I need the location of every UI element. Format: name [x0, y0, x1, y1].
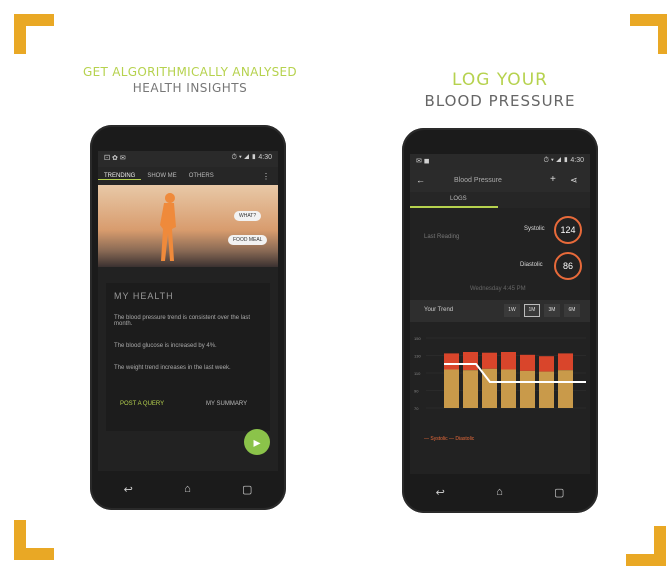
hero-image: WHAT? FOOD MEAL [98, 185, 278, 267]
post-query-button[interactable]: POST A QUERY [120, 401, 164, 407]
left-nav-bar: ↩ ⌂ ▢ [98, 477, 278, 501]
add-icon[interactable]: + [550, 174, 556, 185]
y-tick-label: 150 [414, 336, 421, 341]
y-tick-label: 110 [414, 371, 421, 376]
right-heading-line1: LOG YOUR [452, 70, 548, 90]
period-1m[interactable]: 1M [524, 304, 540, 317]
right-phone: ✉ ◼ ⏱ ▾ ◢ ▮ 4:30 ← Blood Pressure + ⋖ LO… [402, 128, 598, 513]
diastolic-bar [501, 369, 516, 408]
status-icons-right: ⏱ ▾ ◢ ▮ 4:30 [543, 157, 584, 164]
trend-row: Your Trend 1W 1M 3M 6M [410, 300, 590, 322]
systolic-value: 124 [554, 216, 582, 244]
my-health-card: MY HEALTH The blood pressure trend is co… [106, 283, 270, 431]
systolic-bar [501, 352, 516, 370]
systolic-bar [463, 352, 478, 371]
tab-others[interactable]: OTHERS [183, 173, 220, 179]
trend-label: Your Trend [424, 307, 454, 313]
card-line-3: The weight trend increases in the last w… [114, 365, 231, 371]
reading-time: Last Reading [424, 234, 460, 240]
card-line-1: The blood pressure trend is consistent o… [114, 315, 251, 327]
reading-note: Wednesday 4:45 PM [470, 286, 526, 292]
recents-icon[interactable]: ▢ [242, 483, 252, 496]
right-nav-bar: ↩ ⌂ ▢ [410, 480, 590, 504]
my-summary-button[interactable]: MY SUMMARY [206, 401, 247, 407]
right-screen: ✉ ◼ ⏱ ▾ ◢ ▮ 4:30 ← Blood Pressure + ⋖ LO… [410, 154, 590, 474]
top-right-corner-bracket [630, 14, 667, 54]
home-icon[interactable]: ⌂ [496, 486, 503, 498]
back-arrow-icon[interactable]: ← [416, 175, 425, 185]
logs-tab-bar: LOGS [410, 192, 590, 208]
left-screen: ⚀ ✿ ✉ ⏱ ▾ ◢ ▮ 4:30 TRENDING SHOW ME OTHE… [98, 151, 278, 471]
systolic-bar [444, 353, 459, 370]
bottom-right-corner-bracket [626, 526, 666, 566]
left-heading-line1: GET ALGORITHMICALLY ANALYSED [83, 65, 297, 79]
diastolic-bar [539, 371, 554, 408]
left-heading-line2: HEALTH INSIGHTS [132, 81, 248, 95]
status-icons-left: ✉ ◼ [416, 158, 430, 165]
systolic-bar [482, 352, 497, 369]
food-meal-pill[interactable]: FOOD MEAL [228, 235, 268, 245]
period-3m[interactable]: 3M [544, 304, 560, 317]
right-heading-line2: BLOOD PRESSURE [424, 92, 576, 110]
systolic-bar [539, 356, 554, 372]
home-icon[interactable]: ⌂ [184, 483, 191, 495]
diastolic-label: Diastolic [520, 262, 543, 268]
runner-silhouette-icon [160, 193, 176, 261]
chart-legend: — Systolic — Diastolic [424, 436, 475, 442]
toolbar: ← Blood Pressure + ⋖ [410, 170, 590, 192]
diastolic-bar [520, 370, 535, 408]
status-bar: ⚀ ✿ ✉ ⏱ ▾ ◢ ▮ 4:30 [98, 151, 278, 167]
tab-trending[interactable]: TRENDING [98, 173, 142, 180]
bottom-left-corner-bracket [14, 520, 54, 560]
tab-logs[interactable]: LOGS [450, 196, 467, 202]
left-phone: ⚀ ✿ ✉ ⏱ ▾ ◢ ▮ 4:30 TRENDING SHOW ME OTHE… [90, 125, 286, 510]
status-icons-right: ⏱ ▾ ◢ ▮ 4:30 [231, 154, 272, 161]
toolbar-title: Blood Pressure [454, 177, 502, 184]
diastolic-value: 86 [554, 252, 582, 280]
card-line-2: The blood glucose is increased by 4%. [114, 343, 217, 349]
y-tick-label: 70 [414, 406, 419, 411]
systolic-bar [558, 353, 573, 371]
top-left-corner-bracket [14, 14, 54, 54]
tab-show-me[interactable]: SHOW ME [141, 173, 182, 179]
kebab-menu-icon[interactable]: ⋮ [262, 172, 270, 181]
systolic-label: Systolic [524, 226, 545, 232]
period-6m[interactable]: 6M [564, 304, 580, 317]
card-title: MY HEALTH [114, 291, 174, 301]
tab-indicator [410, 206, 498, 208]
diastolic-bar [463, 370, 478, 408]
status-icons-left: ⚀ ✿ ✉ [104, 155, 126, 162]
y-tick-label: 90 [414, 389, 419, 394]
y-tick-label: 130 [414, 354, 421, 359]
systolic-bar [520, 354, 535, 371]
what-pill[interactable]: WHAT? [234, 211, 262, 221]
share-icon[interactable]: ⋖ [570, 175, 578, 186]
diastolic-bar [444, 369, 459, 408]
period-1w[interactable]: 1W [504, 304, 520, 317]
tab-bar: TRENDING SHOW ME OTHERS ⋮ [98, 167, 278, 185]
play-icon[interactable]: ▸ [244, 429, 270, 455]
back-icon[interactable]: ↩ [124, 483, 133, 496]
diastolic-bar [558, 370, 573, 408]
back-icon[interactable]: ↩ [436, 486, 445, 499]
recents-icon[interactable]: ▢ [554, 486, 564, 499]
bp-trend-chart: 150 130 110 90 70 [414, 336, 586, 411]
status-bar: ✉ ◼ ⏱ ▾ ◢ ▮ 4:30 [410, 154, 590, 170]
